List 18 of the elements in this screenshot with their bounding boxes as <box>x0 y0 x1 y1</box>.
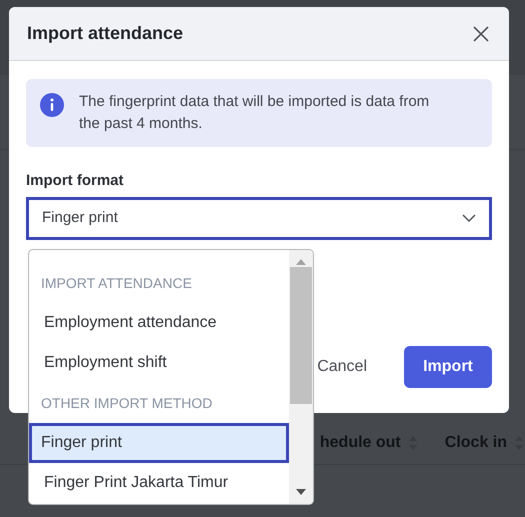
cancel-button[interactable]: Cancel <box>317 354 367 378</box>
field-label: Import format <box>26 171 124 191</box>
dropdown-option[interactable]: Employment attendance <box>29 303 289 343</box>
dialog-title: Import attendance <box>27 22 184 45</box>
group-header: OTHER IMPORT METHOD <box>40 394 214 412</box>
scrollbar[interactable] <box>289 250 313 504</box>
info-icon <box>40 93 64 117</box>
scroll-down-icon[interactable] <box>296 489 306 495</box>
group-header: IMPORT ATTENDANCE <box>40 274 193 292</box>
scroll-up-icon[interactable] <box>296 259 306 265</box>
close-button[interactable] <box>471 24 491 44</box>
dropdown-option[interactable]: Finger Print Jakarta Timur <box>29 463 289 503</box>
dropdown-option[interactable]: Employment shift <box>29 343 289 383</box>
import-button[interactable]: Import <box>404 346 492 388</box>
format-select[interactable]: Finger print <box>26 196 492 240</box>
chevron-down-icon <box>462 214 476 222</box>
alert-text: The fingerprint data that will be imported is data from the past 4 months. <box>79 92 430 134</box>
dropdown-option[interactable]: Finger print <box>29 423 289 463</box>
